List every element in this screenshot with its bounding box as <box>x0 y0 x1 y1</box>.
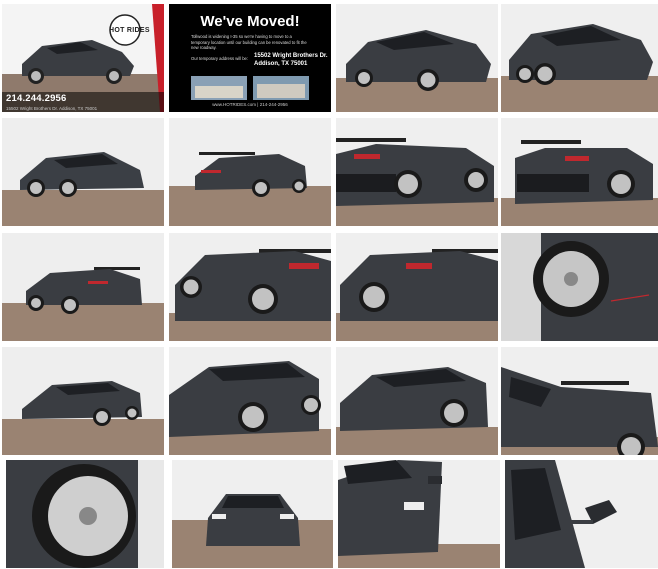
dealer-phone: 214.244.2956 <box>6 93 67 104</box>
thumbnail-rear-3q-wide[interactable] <box>2 233 164 341</box>
thumbnail-front-low[interactable] <box>169 347 331 455</box>
thumbnail-front-3q-left[interactable] <box>336 4 498 112</box>
thumbnail-rear-3q-close-2[interactable] <box>501 118 658 226</box>
moved-new-address: 15502 Wright Brothers Dr. Addison, TX 75… <box>254 53 328 67</box>
moved-paragraph: Tollwood is widening I-35 so we're havin… <box>191 34 307 51</box>
thumbnail-side-left[interactable] <box>2 118 164 226</box>
thumbnail-moved-notice[interactable]: We've Moved! Tollwood is widening I-35 s… <box>169 4 331 112</box>
thumbnail-rear-3q[interactable] <box>169 118 331 226</box>
thumbnail-front-head-on[interactable] <box>172 460 333 568</box>
photo-gallery-grid: HOT RIDES 214.244.2956 15502 Wright Brot… <box>0 0 658 569</box>
thumbnail-dealer-front[interactable]: HOT RIDES 214.244.2956 15502 Wright Brot… <box>2 4 164 112</box>
thumbnail-wheel-close[interactable] <box>6 460 164 568</box>
thumbnail-rear-left-2[interactable] <box>336 233 498 341</box>
dealer-logo: HOT RIDES <box>109 27 150 34</box>
moved-temporary-label: Our temporary address will be: <box>191 56 249 61</box>
thumbnail-front-close[interactable] <box>338 460 500 568</box>
thumbnail-rear-3q-close[interactable] <box>336 118 498 226</box>
thumbnail-wheel-detail[interactable] <box>501 233 658 341</box>
thumbnail-rear-left[interactable] <box>169 233 331 341</box>
thumbnail-side-detail[interactable] <box>501 347 658 455</box>
moved-headline: We've Moved! <box>200 13 300 30</box>
thumbnail-front-3q-left-2[interactable] <box>501 4 658 112</box>
thumbnail-front-3q-right[interactable] <box>2 347 164 455</box>
moved-footer: www.HOTRIDES.com | 214-244-2956 <box>212 102 288 107</box>
thumbnail-front-3q-left-3[interactable] <box>336 347 498 455</box>
dealer-address: 15502 Wright Brothers Dr. Addison, TX 75… <box>6 106 98 111</box>
building-photos <box>191 76 309 100</box>
thumbnail-mirror-detail[interactable] <box>505 460 658 568</box>
